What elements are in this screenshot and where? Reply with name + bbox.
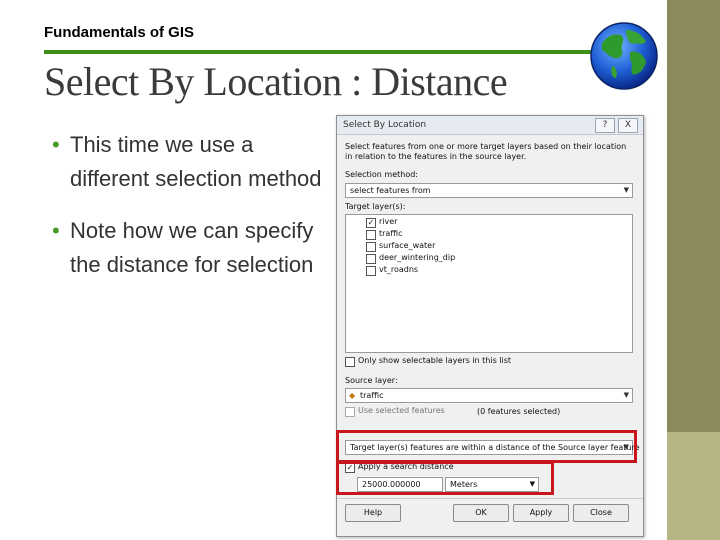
bullet-item: • This time we use a different selection…	[52, 128, 322, 196]
target-layer-item[interactable]: deer_wintering_dip	[379, 253, 455, 262]
only-selectable-label: Only show selectable layers in this list	[358, 356, 512, 365]
target-layers-label: Target layer(s):	[345, 202, 406, 211]
close-button[interactable]: Close	[573, 504, 629, 522]
bullet-dot: •	[52, 132, 60, 157]
target-layer-checkbox[interactable]	[366, 230, 376, 240]
apply-button[interactable]: Apply	[513, 504, 569, 522]
help-button[interactable]: Help	[345, 504, 401, 522]
use-selected-checkbox[interactable]	[345, 407, 355, 417]
selection-method-value: select features from	[350, 186, 431, 195]
selection-method-label: Selection method:	[345, 170, 418, 179]
bullet-dot: •	[52, 218, 60, 243]
dialog-title: Select By Location	[343, 120, 427, 130]
search-distance-highlight	[336, 461, 554, 495]
selection-method-select[interactable]: select features from ▼	[345, 183, 633, 198]
bullet-item: • Note how we can specify the distance f…	[52, 214, 322, 282]
chevron-down-icon: ▼	[623, 391, 629, 399]
bullet-list: • This time we use a different selection…	[52, 128, 322, 300]
source-layer-select[interactable]: traffic ◆ ▼	[345, 388, 633, 403]
ok-button[interactable]: OK	[453, 504, 509, 522]
help-title-button[interactable]: ?	[595, 118, 615, 133]
target-layer-item[interactable]: surface_water	[379, 241, 435, 250]
only-selectable-checkbox[interactable]	[345, 357, 355, 367]
bullet-text: Note how we can specify the distance for…	[70, 218, 314, 277]
target-layers-list: ✓ river traffic surface_water deer_winte…	[345, 214, 633, 353]
button-separator	[337, 498, 643, 499]
close-icon[interactable]: X	[618, 118, 638, 133]
chevron-down-icon: ▼	[623, 186, 629, 194]
side-bar-accent	[667, 432, 720, 540]
target-layer-item[interactable]: traffic	[379, 229, 402, 238]
layer-icon: ◆	[349, 391, 356, 400]
target-layer-checkbox[interactable]	[366, 254, 376, 264]
target-layer-item[interactable]: river	[379, 217, 397, 226]
source-layer-value: traffic	[360, 391, 384, 400]
title-rule	[44, 50, 604, 54]
target-layer-checkbox[interactable]	[366, 242, 376, 252]
dialog-titlebar[interactable]: Select By Location ? X	[337, 116, 643, 135]
spatial-method-highlight	[336, 430, 637, 463]
source-layer-label: Source layer:	[345, 376, 398, 385]
target-layer-checkbox[interactable]: ✓	[366, 218, 376, 228]
features-selected-count: (0 features selected)	[477, 407, 561, 416]
target-layer-item[interactable]: vt_roadns	[379, 265, 418, 274]
slide-title: Select By Location : Distance	[44, 59, 508, 104]
course-title: Fundamentals of GIS	[44, 24, 195, 41]
globe-icon	[590, 22, 658, 90]
bullet-text: This time we use a different selection m…	[70, 132, 322, 191]
dialog-description: Select features from one or more target …	[345, 142, 627, 161]
target-layer-checkbox[interactable]	[366, 266, 376, 276]
use-selected-label: Use selected features	[358, 406, 445, 415]
